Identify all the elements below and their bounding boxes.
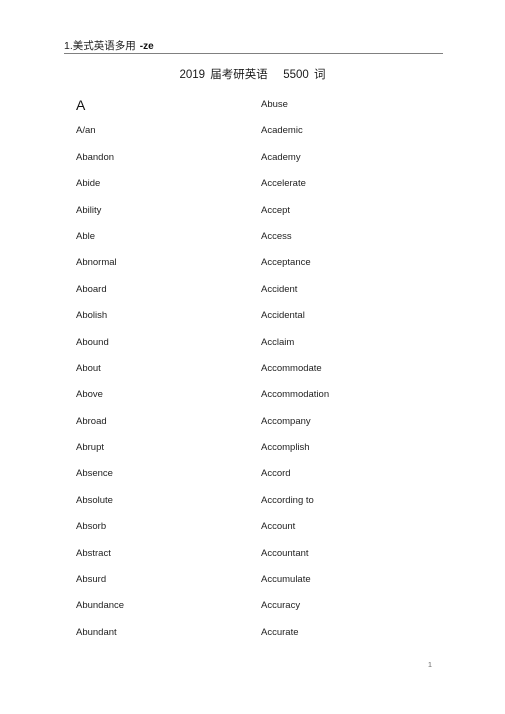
word-entry: Ability <box>76 204 102 216</box>
word-entry: Abundance <box>76 600 125 612</box>
word-entry: A/an <box>76 125 96 137</box>
word-entry: Accommodation <box>261 389 330 401</box>
word-entry: Accept <box>261 204 291 216</box>
document-title: 2019 届考研英语 5500 词 <box>0 66 505 82</box>
title-unit-cn: 词 <box>314 69 326 81</box>
title-year: 2019 <box>179 69 206 81</box>
word-entry: Aboard <box>76 283 107 295</box>
word-column-left: A A/an Abandon Abide Ability Able Abnorm… <box>76 92 246 646</box>
word-entry: Accomplish <box>261 442 310 454</box>
word-entry: Abroad <box>76 415 107 427</box>
word-entry: Acclaim <box>261 336 295 348</box>
word-entry: Academic <box>261 125 303 137</box>
word-entry: Academy <box>261 151 301 163</box>
word-entry: Accurate <box>261 626 299 638</box>
word-entry: Accompany <box>261 415 311 427</box>
word-entry: Abandon <box>76 151 115 163</box>
word-entry: Accident <box>261 283 298 295</box>
word-entry: Above <box>76 389 103 401</box>
title-word-count: 5500 <box>283 69 309 81</box>
word-entry: Acceptance <box>261 257 311 269</box>
word-entry: Absolute <box>76 494 113 506</box>
page-number: 1 <box>427 660 433 669</box>
word-entry: Abstract <box>76 547 111 559</box>
word-entry: Accuracy <box>261 600 301 612</box>
word-entry: Accountant <box>261 547 309 559</box>
word-entry: Account <box>261 521 296 533</box>
header-chinese-text: 1.美式英语多用 <box>64 40 136 52</box>
word-entry: Access <box>261 230 292 242</box>
word-entry: Accidental <box>261 310 305 322</box>
running-header: 1.美式英语多用 -ze <box>64 36 443 54</box>
section-heading-a: A <box>76 97 86 113</box>
header-suffix-text: -ze <box>139 41 154 52</box>
word-entry: About <box>76 362 101 374</box>
title-label-cn: 届考研英语 <box>210 69 268 81</box>
word-entry: Abuse <box>261 99 288 110</box>
word-entry: Absorb <box>76 521 107 533</box>
word-entry: Abide <box>76 178 101 190</box>
word-entry: Abolish <box>76 310 108 322</box>
word-entry: Abrupt <box>76 442 104 454</box>
word-entry: Accommodate <box>261 362 322 374</box>
word-entry: Absence <box>76 468 113 480</box>
word-entry: Accord <box>261 468 291 480</box>
word-entry: Abound <box>76 336 109 348</box>
word-entry: Accumulate <box>261 574 311 586</box>
document-page: 1.美式英语多用 -ze 2019 届考研英语 5500 词 A A/an Aba… <box>0 0 505 714</box>
word-entry: Accelerate <box>261 178 306 190</box>
word-entry: Abnormal <box>76 257 117 269</box>
word-entry: Absurd <box>76 574 107 586</box>
word-entry: According to <box>261 494 314 506</box>
word-column-right: Abuse Academic Academy Accelerate Accept… <box>261 92 451 646</box>
word-entry: Abundant <box>76 626 117 638</box>
word-entry: Able <box>76 230 96 242</box>
